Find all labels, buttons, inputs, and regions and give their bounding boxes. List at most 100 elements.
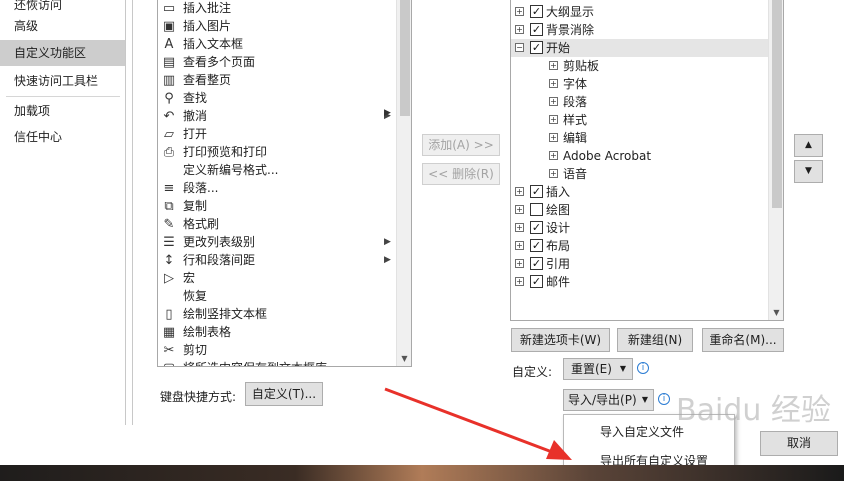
command-item[interactable]: ☰ 更改列表级别 ▶ bbox=[158, 233, 396, 251]
blank-icon bbox=[161, 288, 177, 304]
ribbon-group-node[interactable]: + Adobe Acrobat bbox=[511, 147, 769, 165]
expand-icon[interactable]: + bbox=[515, 25, 524, 34]
command-label: 段落... bbox=[183, 181, 219, 195]
expand-icon[interactable]: + bbox=[549, 97, 558, 106]
command-item[interactable]: ▣ 插入图片 bbox=[158, 17, 396, 35]
tab-checkbox[interactable]: ✓ bbox=[530, 23, 543, 36]
command-item[interactable]: 恢复 bbox=[158, 287, 396, 305]
command-list-scrollbar[interactable]: ▼ bbox=[396, 0, 411, 366]
import-export-dropdown[interactable]: 导入/导出(P) ▼ bbox=[563, 389, 654, 411]
expand-icon[interactable]: + bbox=[549, 133, 558, 142]
command-item[interactable]: ↶ 撤消 ▶ bbox=[158, 107, 396, 125]
command-item[interactable]: A 插入文本框 bbox=[158, 35, 396, 53]
nav-item-trust-center[interactable]: 信任中心 bbox=[0, 124, 125, 150]
nav-item-advanced[interactable]: 高级 bbox=[0, 13, 125, 39]
ribbon-group-node[interactable]: + 语音 bbox=[511, 165, 769, 183]
tab-checkbox[interactable]: ✓ bbox=[530, 257, 543, 270]
expand-icon[interactable]: + bbox=[549, 151, 558, 160]
options-nav: 还恢访问 高级 自定义功能区 快速访问工具栏 加载项 信任中心 bbox=[0, 0, 126, 425]
collapse-icon[interactable]: − bbox=[515, 43, 524, 52]
expand-icon[interactable]: + bbox=[515, 277, 524, 286]
command-item[interactable]: ✎ 格式刷 bbox=[158, 215, 396, 233]
baidu-watermark: Baidu 经验 bbox=[676, 393, 831, 428]
ribbon-group-node[interactable]: + 编辑 bbox=[511, 129, 769, 147]
nav-item-addins[interactable]: 加载项 bbox=[0, 98, 125, 124]
scroll-down-icon[interactable]: ▼ bbox=[769, 308, 783, 317]
expand-icon[interactable]: + bbox=[515, 205, 524, 214]
expand-icon[interactable]: + bbox=[549, 61, 558, 70]
command-item[interactable]: ↕ 行和段落间距 ▶ bbox=[158, 251, 396, 269]
ribbon-tab-node[interactable]: + ✓ 大纲显示 bbox=[511, 3, 769, 21]
ribbon-tree-scrollbar[interactable]: ▼ bbox=[768, 0, 783, 320]
expand-icon[interactable]: + bbox=[515, 187, 524, 196]
expand-icon[interactable]: + bbox=[549, 79, 558, 88]
reset-dropdown[interactable]: 重置(E) ▼ bbox=[563, 358, 633, 380]
ribbon-tab-node[interactable]: + 绘图 bbox=[511, 201, 769, 219]
customize-keyboard-button[interactable]: 自定义(T)... bbox=[245, 382, 323, 406]
command-item[interactable]: ✂ 剪切 bbox=[158, 341, 396, 359]
tab-checkbox[interactable]: ✓ bbox=[530, 221, 543, 234]
expand-icon[interactable]: + bbox=[549, 115, 558, 124]
ribbon-tab-node[interactable]: + ✓ 邮件 bbox=[511, 273, 769, 291]
submenu-arrow-icon: ▶ bbox=[384, 255, 391, 265]
command-item[interactable]: ▷ 宏 bbox=[158, 269, 396, 287]
tree-node-label: 邮件 bbox=[546, 275, 571, 289]
ribbon-tab-node[interactable]: + ✓ 背景消除 bbox=[511, 21, 769, 39]
command-item[interactable]: ⧉ 复制 bbox=[158, 197, 396, 215]
paragraph-icon: ≡ bbox=[163, 180, 175, 196]
expand-icon[interactable]: + bbox=[515, 259, 524, 268]
command-item[interactable]: ▱ 打开 bbox=[158, 125, 396, 143]
expand-icon[interactable]: + bbox=[515, 241, 524, 250]
new-tab-button[interactable]: 新建选项卡(W) bbox=[511, 328, 610, 352]
info-icon: i bbox=[637, 362, 649, 374]
command-item[interactable]: ≡ 段落... bbox=[158, 179, 396, 197]
command-item[interactable]: 定义新编号格式... bbox=[158, 161, 396, 179]
command-item[interactable]: ▤ 查看多个页面 bbox=[158, 53, 396, 71]
ribbon-tab-node[interactable]: + ✓ 设计 bbox=[511, 219, 769, 237]
remove-button[interactable]: << 删除(R) bbox=[422, 163, 500, 185]
ribbon-group-node[interactable]: + 字体 bbox=[511, 75, 769, 93]
expand-icon[interactable]: + bbox=[515, 223, 524, 232]
nav-divider bbox=[6, 96, 120, 97]
command-item[interactable]: ▥ 查看整页 bbox=[158, 71, 396, 89]
keyboard-shortcuts-label: 键盘快捷方式: bbox=[160, 390, 237, 404]
ribbon-group-node[interactable]: + 剪贴板 bbox=[511, 57, 769, 75]
scrollbar-thumb[interactable] bbox=[772, 0, 782, 208]
tab-checkbox[interactable]: ✓ bbox=[530, 275, 543, 288]
ribbon-group-node[interactable]: + 段落 bbox=[511, 93, 769, 111]
nav-item-quick-access-toolbar[interactable]: 快速访问工具栏 bbox=[0, 68, 125, 94]
expand-icon[interactable]: + bbox=[515, 7, 524, 16]
undo-icon: ↶ bbox=[163, 108, 175, 124]
ribbon-tab-node[interactable]: + ✓ 插入 bbox=[511, 183, 769, 201]
cancel-button[interactable]: 取消 bbox=[760, 431, 838, 456]
command-item[interactable]: ▭ 插入批注 bbox=[158, 0, 396, 17]
ribbon-group-node[interactable]: + 样式 bbox=[511, 111, 769, 129]
add-button[interactable]: 添加(A) >> bbox=[422, 134, 500, 156]
ribbon-tab-node[interactable]: + ✓ 布局 bbox=[511, 237, 769, 255]
tab-checkbox[interactable]: ✓ bbox=[530, 5, 543, 18]
tab-checkbox[interactable]: ✓ bbox=[530, 41, 543, 54]
rename-button[interactable]: 重命名(M)... bbox=[702, 328, 784, 352]
command-item[interactable]: ⚲ 查找 bbox=[158, 89, 396, 107]
scroll-down-icon[interactable]: ▼ bbox=[397, 354, 411, 363]
command-item[interactable]: ▢ 将所选内容保存到文本框库 bbox=[158, 359, 396, 367]
tree-node-label: 字体 bbox=[563, 77, 588, 91]
tab-checkbox[interactable]: ✓ bbox=[530, 185, 543, 198]
new-group-button[interactable]: 新建组(N) bbox=[617, 328, 693, 352]
nav-item-customize-ribbon[interactable]: 自定义功能区 bbox=[0, 40, 125, 66]
tab-checkbox[interactable] bbox=[530, 203, 543, 216]
command-list[interactable]: ▭ 插入批注 ▣ 插入图片 A 插入文本框 ▤ 查看多个页面 ▥ 查看整页 ⚲ 查找 ↶ 撤消 ▶ ▱ 打开 ⎙ 打… bbox=[157, 0, 412, 367]
tab-checkbox[interactable]: ✓ bbox=[530, 239, 543, 252]
command-item[interactable]: ▦ 绘制表格 bbox=[158, 323, 396, 341]
command-item[interactable]: ▯ 绘制竖排文本框 bbox=[158, 305, 396, 323]
ribbon-tree[interactable]: + ✓ 大纲显示 + ✓ 背景消除 − ✓ 开始 + 剪贴板 + 字体 + 段落 + 样式 + 编辑 + Adobe A… bbox=[510, 0, 784, 321]
blank-icon bbox=[161, 162, 177, 178]
move-up-button[interactable]: ▲ bbox=[794, 134, 823, 157]
scrollbar-thumb[interactable] bbox=[400, 0, 410, 116]
command-label: 更改列表级别 bbox=[183, 235, 256, 249]
expand-icon[interactable]: + bbox=[549, 169, 558, 178]
ribbon-tab-node[interactable]: − ✓ 开始 bbox=[511, 39, 769, 57]
command-item[interactable]: ⎙ 打印预览和打印 bbox=[158, 143, 396, 161]
ribbon-tab-node[interactable]: + ✓ 引用 bbox=[511, 255, 769, 273]
move-down-button[interactable]: ▼ bbox=[794, 160, 823, 183]
